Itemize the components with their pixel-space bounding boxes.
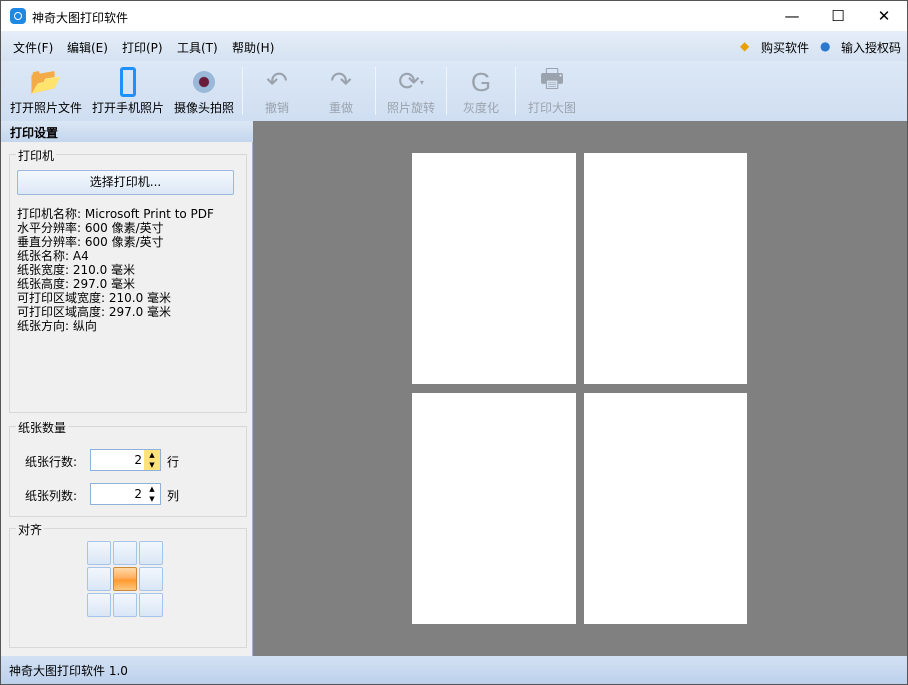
grayscale-icon: G [470,66,492,97]
label: 重做 [328,101,353,115]
printable-height: 可打印区域高度: 297.0 毫米 [17,305,172,319]
rows-value: 2 [134,453,142,467]
open-phone-photo-button[interactable]: 打开手机照片 [91,65,165,116]
cols-unit: 列 [167,489,180,503]
separator [375,67,376,115]
label: 打印大图 [527,101,576,115]
undo-icon: ↶ [266,67,288,97]
label: 灰度化 [462,101,499,115]
redo-icon: ↷ [330,67,352,97]
label: 打开照片文件 [9,101,82,115]
separator [515,67,516,115]
align-top-right[interactable] [139,541,163,565]
align-top-left[interactable] [87,541,111,565]
print-settings-panel: 打印设置 打印机 选择打印机... 打印机名称: Microsoft Print… [1,121,253,656]
page-preview [412,153,576,384]
open-folder-icon: 📂 [29,67,63,97]
toolbar: 📂 打开照片文件 打开手机照片 摄像头拍照 ↶ 撤销 ↷ 重做 ⟳ ▾ 照片旋转 G 灰度化… [1,61,907,121]
status-bar: 神奇大图打印软件 1.0 [1,656,907,684]
undo-button[interactable]: ↶ 撤销 [257,65,297,116]
separator [242,67,243,115]
separator [446,67,447,115]
redo-button[interactable]: ↷ 重做 [321,65,361,116]
menu-edit[interactable]: 编辑(E) [67,39,108,56]
rows-label: 纸张行数: [25,455,78,469]
rows-stepper[interactable]: 2 ▲ ▼ [90,449,161,471]
menu-file[interactable]: 文件(F) [13,39,53,56]
open-photo-button[interactable]: 📂 打开照片文件 [9,65,83,116]
label: 摄像头拍照 [173,101,234,115]
paper-width: 纸张宽度: 210.0 毫米 [17,263,136,277]
spin-arrows-icon[interactable]: ▲ ▼ [144,484,160,504]
page-preview [584,153,747,384]
rotate-icon: ⟳ ▾ [398,67,424,97]
group-label: 对齐 [16,521,45,538]
group-label: 打印机 [16,147,57,164]
buy-software-link[interactable]: 购买软件 [761,39,809,56]
rows-unit: 行 [167,455,180,469]
menu-help[interactable]: 帮助(H) [232,39,274,56]
rotate-button[interactable]: ⟳ ▾ 照片旋转 [384,65,438,116]
menu-print[interactable]: 打印(P) [122,39,163,56]
printer-info: 打印机名称: Microsoft Print to PDF 水平分辨率: 600… [17,207,214,333]
cols-label: 纸张列数: [25,489,78,503]
paper-height: 纸张高度: 297.0 毫米 [17,277,136,291]
cols-value: 2 [134,487,142,501]
close-button[interactable]: ✕ [861,1,907,31]
enter-license-link[interactable]: 输入授权码 [841,39,901,56]
window-title: 神奇大图打印软件 [32,11,129,25]
paper-name: 纸张名称: A4 [17,249,89,263]
spin-arrows-icon[interactable]: ▲ ▼ [144,450,160,470]
menu-tools[interactable]: 工具(T) [177,39,218,56]
align-center[interactable] [113,567,137,591]
select-printer-button[interactable]: 选择打印机... [17,170,234,195]
printable-width: 可打印区域宽度: 210.0 毫米 [17,291,172,305]
paper-orientation: 纸张方向: 纵向 [17,319,97,333]
align-top-center[interactable] [113,541,137,565]
printer-icon: 🖶 [539,64,565,94]
align-middle-left[interactable] [87,567,111,591]
page-preview [412,393,576,624]
group-label: 纸张数量 [16,419,69,436]
user-icon: ● [820,39,831,53]
label: 打开手机照片 [91,101,164,115]
align-middle-right[interactable] [139,567,163,591]
cols-stepper[interactable]: 2 ▲ ▼ [90,483,161,505]
diamond-icon: ◆ [740,39,750,53]
minimize-button[interactable]: — [769,1,815,31]
preview-canvas[interactable] [253,121,907,656]
webcam-icon [171,65,237,99]
title-bar: 神奇大图打印软件 — ☐ ✕ [1,1,907,31]
page-preview [584,393,747,624]
panel-title: 打印设置 [1,121,253,142]
maximize-button[interactable]: ☐ [815,1,861,31]
label: 照片旋转 [386,101,435,115]
align-bottom-left[interactable] [87,593,111,617]
app-icon [10,8,26,24]
label: 撤销 [264,101,289,115]
v-resolution: 垂直分辨率: 600 像素/英寸 [17,235,164,249]
print-big-button[interactable]: 🖶 打印大图 [525,64,579,116]
webcam-button[interactable]: 摄像头拍照 [171,65,237,116]
align-bottom-center[interactable] [113,593,137,617]
align-bottom-right[interactable] [139,593,163,617]
phone-icon [91,65,165,99]
grayscale-button[interactable]: G 灰度化 [459,65,503,116]
printer-name: 打印机名称: Microsoft Print to PDF [17,207,214,221]
h-resolution: 水平分辨率: 600 像素/英寸 [17,221,164,235]
menu-bar: 文件(F) 编辑(E) 打印(P) 工具(T) 帮助(H) ◆ 购买软件 ● 输… [1,31,907,61]
